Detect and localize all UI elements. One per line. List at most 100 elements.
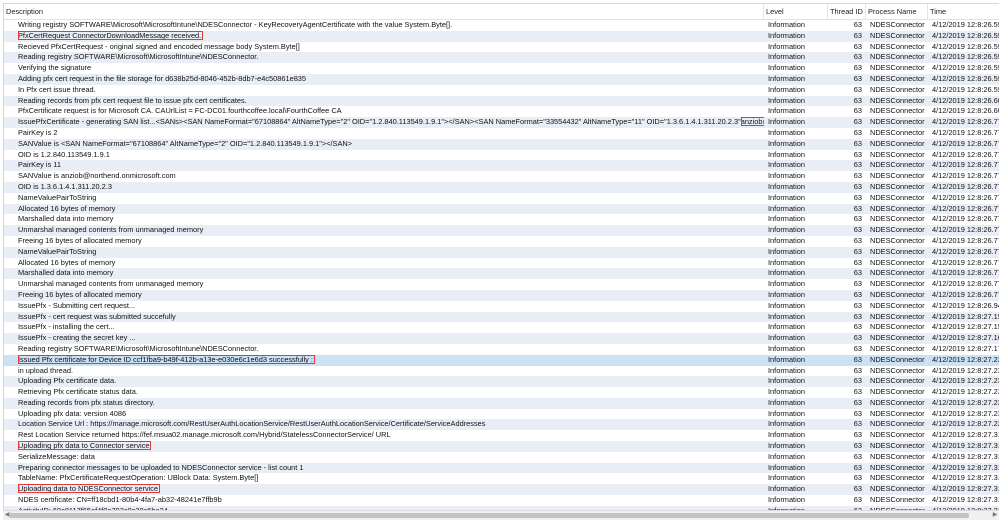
thread-id-cell: 63 xyxy=(853,397,862,407)
process-name-cell: NDESConnector xyxy=(870,203,925,213)
table-row[interactable]: Reading records from pfx cert request fi… xyxy=(4,95,999,107)
column-header-process-name[interactable]: Process Name xyxy=(866,4,928,19)
time-cell: 4/12/2019 12:8:27.311 xyxy=(932,441,999,451)
table-row[interactable]: TableName: PfxCertificateRequestOperatio… xyxy=(4,473,999,484)
description-cell: IssuePfx - creating the secret key ... xyxy=(18,333,136,343)
description-cell: in upload thread. xyxy=(18,365,74,375)
table-row[interactable]: In Pfx cert issue thread. Information 63 ND… xyxy=(4,85,999,96)
table-row[interactable]: Freeing 16 bytes of allocated memory Info… xyxy=(4,236,999,247)
process-name-cell: NDESConnector xyxy=(870,387,925,397)
description-cell: OID is 1.3.6.1.4.1.311.20.2.3 xyxy=(18,181,112,191)
description-cell: Freeing 16 bytes of allocated memory xyxy=(18,289,142,299)
table-row[interactable]: SerializeMessage: data Information 63 NDESC… xyxy=(4,452,999,463)
table-row[interactable]: IssuePfx - installing the cert... Informa… xyxy=(4,322,999,333)
process-name-cell: NDESConnector xyxy=(870,376,925,386)
process-name-cell: NDESConnector xyxy=(870,84,925,94)
table-row[interactable]: Uploading pfx data: version 4086 Informat… xyxy=(4,409,999,420)
table-row[interactable]: Location Service Url : https://manage.mi… xyxy=(4,419,999,431)
table-row[interactable]: PairKey is 2 Information 63 NDESConnector 4/… xyxy=(4,128,999,139)
table-row[interactable]: Marshalled data into memory Information 63… xyxy=(4,268,999,280)
time-cell: 4/12/2019 12:8:27.311 xyxy=(932,462,999,472)
table-row[interactable]: in upload thread. Information 63 NDESConnec… xyxy=(4,366,999,377)
process-name-cell: NDESConnector xyxy=(870,268,925,278)
level-cell: Information xyxy=(768,462,805,472)
table-row[interactable]: SANValue is <SAN NameFormat="67108864" A… xyxy=(4,138,999,150)
time-cell: 4/12/2019 12:8:26.599 xyxy=(932,73,999,83)
table-row[interactable]: NameValuePairToString Information 63 NDESCo… xyxy=(4,193,999,204)
table-row[interactable]: Reading registry SOFTWARE\Microsoft\Micr… xyxy=(4,52,999,64)
description-cell: PairKey is 2 xyxy=(18,127,58,137)
level-cell: Information xyxy=(768,214,805,224)
description-cell: Allocated 16 bytes of memory xyxy=(18,203,116,213)
thread-id-cell: 63 xyxy=(853,387,862,397)
table-row[interactable]: Unmarshal managed contents from unmanage… xyxy=(4,225,999,236)
thread-id-cell: 63 xyxy=(853,95,862,105)
column-header-level[interactable]: Level xyxy=(764,4,828,19)
level-cell: Information xyxy=(768,333,805,343)
table-row[interactable]: Uploading pfx data to Connector service I… xyxy=(4,441,999,452)
table-row[interactable]: PairKey is 11 Information 63 NDESConnector 4… xyxy=(4,160,999,172)
thread-id-cell: 63 xyxy=(853,225,862,235)
table-row[interactable]: Retrieving Pfx certificate status data. I… xyxy=(4,387,999,398)
table-row[interactable]: Uploading data to NDESConnector service I… xyxy=(4,484,999,496)
table-row[interactable]: OID is 1.2.840.113549.1.9.1 Information 63… xyxy=(4,150,999,161)
level-cell: Information xyxy=(768,311,805,321)
table-row[interactable]: Rest Location Service returned https://f… xyxy=(4,430,999,441)
description-cell: Allocated 16 bytes of memory xyxy=(18,257,116,267)
table-row[interactable]: OID is 1.3.6.1.4.1.311.20.2.3 Information… xyxy=(4,181,999,193)
process-name-cell: NDESConnector xyxy=(870,117,925,127)
table-row[interactable]: NDES certificate: CN=ff18cbd1-80b4-4fa7-… xyxy=(4,495,999,506)
level-cell: Information xyxy=(768,289,805,299)
level-cell: Information xyxy=(768,95,805,105)
table-row[interactable]: Marshalled data into memory Information 63… xyxy=(4,214,999,225)
description-cell: Reading registry SOFTWARE\Microsoft\Micr… xyxy=(18,52,259,62)
table-row[interactable]: Adding pfx cert request in the file stor… xyxy=(4,73,999,85)
table-row[interactable]: Allocated 16 bytes of memory Information 6… xyxy=(4,203,999,215)
time-cell: 4/12/2019 12:8:26.943 xyxy=(932,300,999,310)
time-cell: 4/12/2019 12:8:26.776 xyxy=(932,181,999,191)
thread-id-cell: 63 xyxy=(853,117,862,127)
time-cell: 4/12/2019 12:8:26.775 xyxy=(932,138,999,148)
table-row[interactable]: Reading records from pfx status director… xyxy=(4,397,999,409)
table-row[interactable]: Verifying the signature Information 63 NDES… xyxy=(4,63,999,74)
scrollbar-thumb[interactable] xyxy=(9,513,969,518)
description-cell: Uploading Pfx certificate data. xyxy=(18,376,117,386)
process-name-cell: NDESConnector xyxy=(870,73,925,83)
table-row[interactable]: Reading registry SOFTWARE\Microsoft\Micr… xyxy=(4,344,999,355)
table-row[interactable]: Preparing connector messages to be uploa… xyxy=(4,462,999,474)
level-cell: Information xyxy=(768,397,805,407)
table-row[interactable]: Unmarshal managed contents from unmanage… xyxy=(4,279,999,290)
column-header-description[interactable]: Description xyxy=(4,4,764,19)
time-cell: 4/12/2019 12:8:27.231 xyxy=(932,397,999,407)
column-header-thread-id[interactable]: Thread ID xyxy=(828,4,866,19)
table-row[interactable]: SANValue is anziob@northend.onmicrosoft.… xyxy=(4,171,999,182)
thread-id-cell: 63 xyxy=(853,214,862,224)
table-row[interactable]: IssuePfx - Submitting cert request... Inf… xyxy=(4,301,999,312)
process-name-cell: NDESConnector xyxy=(870,419,925,429)
table-row[interactable]: NameValuePairToString Information 63 NDESCo… xyxy=(4,246,999,258)
table-row[interactable]: IssuePfxCertificate - generating SAN lis… xyxy=(4,117,999,128)
table-row[interactable]: Writing registry SOFTWARE\Microsoft\Micr… xyxy=(4,20,999,31)
thread-id-cell: 63 xyxy=(853,52,862,62)
table-row[interactable]: IssuePfx - creating the secret key ... In… xyxy=(4,333,999,344)
table-row[interactable]: Uploading Pfx certificate data. Informati… xyxy=(4,376,999,388)
table-row[interactable]: Allocated 16 bytes of memory Information 6… xyxy=(4,258,999,269)
thread-id-cell: 63 xyxy=(853,376,862,386)
time-cell: 4/12/2019 12:8:27.156 xyxy=(932,322,999,332)
process-name-cell: NDESConnector xyxy=(870,495,925,505)
table-row[interactable]: Recieved PfxCertRequest - original signe… xyxy=(4,42,999,53)
level-cell: Information xyxy=(768,268,805,278)
description-cell: Retrieving Pfx certificate status data. xyxy=(18,387,138,397)
thread-id-cell: 63 xyxy=(853,203,862,213)
table-row[interactable]: Issued Pfx certificate for Device ID ccf… xyxy=(4,354,999,366)
table-row[interactable]: PfxCertificate request is for Microsoft … xyxy=(4,106,999,117)
column-header-time[interactable]: Time xyxy=(928,4,999,19)
thread-id-cell: 63 xyxy=(853,41,862,51)
table-row[interactable]: PfxCertRequest ConnectorDownloadMessage … xyxy=(4,30,999,42)
log-grid[interactable]: Description Level Thread ID Process Name… xyxy=(3,3,999,512)
level-cell: Information xyxy=(768,30,805,40)
table-row[interactable]: IssuePfx - cert request was submitted su… xyxy=(4,311,999,323)
time-cell: 4/12/2019 12:8:26.600 xyxy=(932,95,999,105)
process-name-cell: NDESConnector xyxy=(870,343,925,353)
table-row[interactable]: Freeing 16 bytes of allocated memory Info… xyxy=(4,289,999,301)
